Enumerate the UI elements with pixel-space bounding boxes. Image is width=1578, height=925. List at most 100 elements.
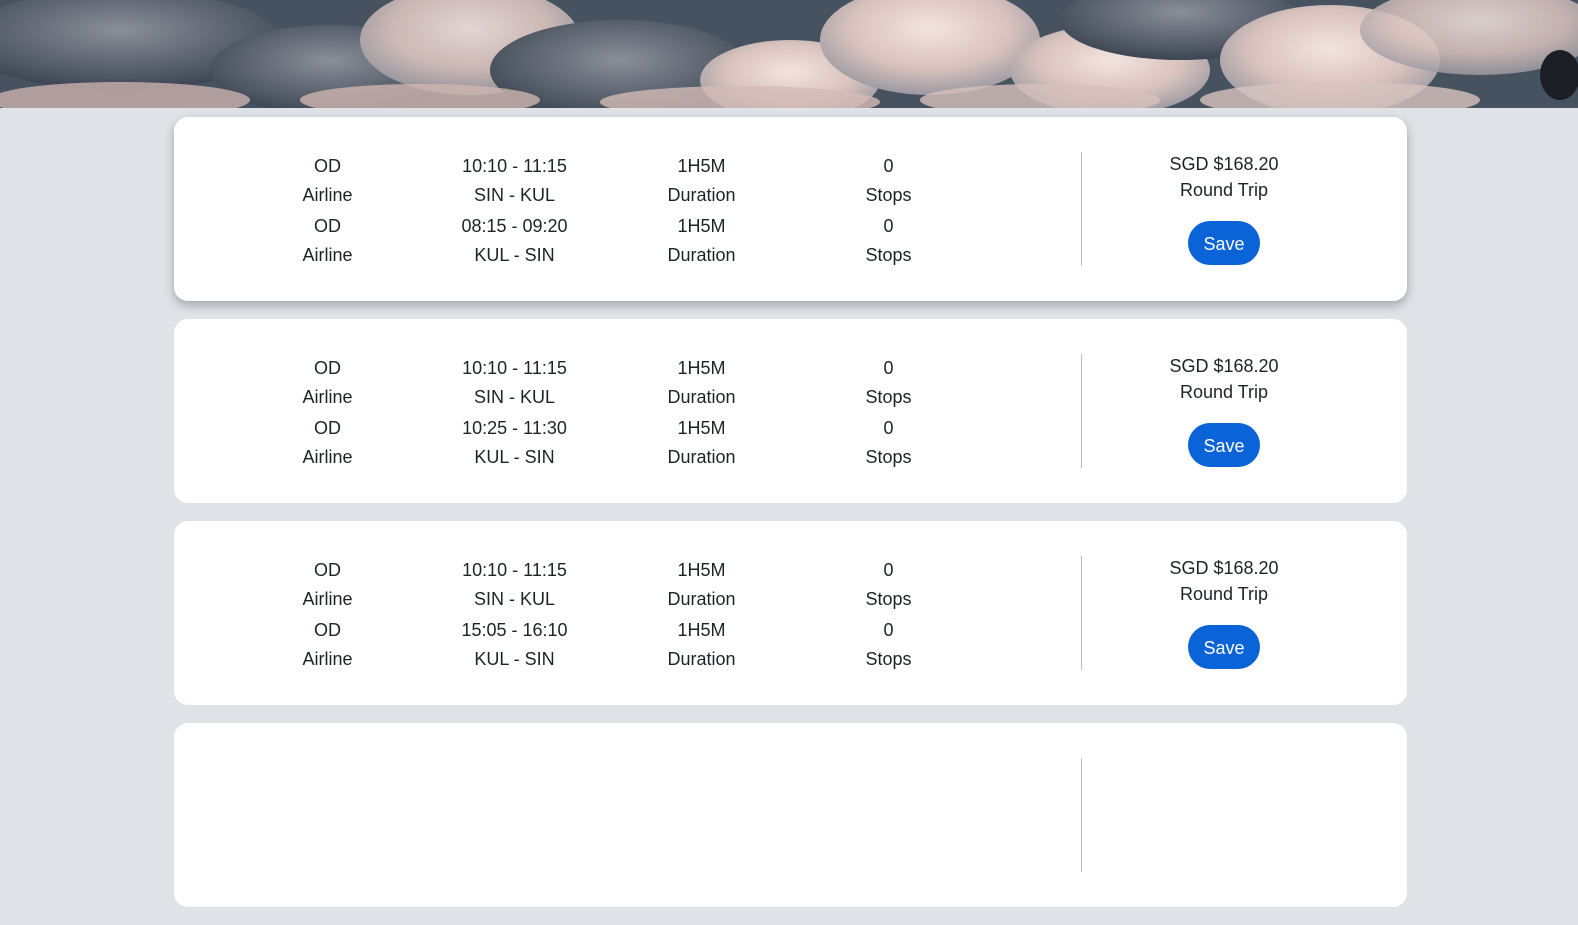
duration-value: 1H5M — [677, 358, 726, 378]
flight-legs: OD Airline 10:10 - 11:15 SIN - KUL 1H5M … — [234, 556, 1034, 676]
outbound-leg: OD Airline 10:10 - 11:15 SIN - KUL 1H5M … — [234, 556, 1034, 616]
stops-cell: 0 Stops — [795, 616, 982, 676]
stops-label: Stops — [865, 649, 912, 669]
time-route-cell: 10:25 - 11:30 KUL - SIN — [421, 414, 608, 474]
time-route-cell: 10:10 - 11:15 SIN - KUL — [421, 556, 608, 616]
time-route-cell: 08:15 - 09:20 KUL - SIN — [421, 212, 608, 272]
price-box: SGD $168.20 Round Trip Save — [1129, 555, 1319, 669]
price: SGD $168.20 — [1169, 356, 1279, 376]
airline-cell: OD Airline — [234, 414, 421, 474]
flight-results-list: OD Airline 10:10 - 11:15 SIN - KUL 1H5M … — [174, 117, 1407, 925]
flight-route: KUL - SIN — [474, 649, 555, 669]
stops-label: Stops — [865, 185, 912, 205]
stops-cell: 0 Stops — [795, 354, 982, 414]
flight-time: 10:10 - 11:15 — [462, 560, 567, 580]
return-leg: OD Airline 10:25 - 11:30 KUL - SIN 1H5M … — [234, 414, 1034, 474]
airline-label: Airline — [302, 589, 353, 609]
time-route-cell: 10:10 - 11:15 SIN - KUL — [421, 354, 608, 414]
outbound-leg: OD Airline 10:10 - 11:15 SIN - KUL 1H5M … — [234, 152, 1034, 212]
airline-cell: OD Airline — [234, 616, 421, 676]
duration-label: Duration — [667, 649, 736, 669]
card-divider — [1081, 758, 1082, 872]
airline-code: OD — [314, 560, 341, 580]
duration-cell: 1H5M Duration — [608, 212, 795, 272]
flight-result-card-partial — [174, 723, 1407, 907]
flight-legs: OD Airline 10:10 - 11:15 SIN - KUL 1H5M … — [234, 354, 1034, 474]
trip-type: Round Trip — [1179, 180, 1269, 200]
hero-banner — [0, 0, 1578, 108]
outbound-leg: OD Airline 10:10 - 11:15 SIN - KUL 1H5M … — [234, 354, 1034, 414]
duration-value: 1H5M — [677, 620, 726, 640]
airline-label: Airline — [302, 185, 353, 205]
duration-cell: 1H5M Duration — [608, 152, 795, 212]
flight-time: 10:10 - 11:15 — [462, 156, 567, 176]
airline-label: Airline — [302, 245, 353, 265]
stops-value: 0 — [883, 418, 894, 438]
card-divider — [1081, 152, 1082, 266]
price-box: SGD $168.20 Round Trip Save — [1129, 353, 1319, 467]
flight-time: 08:15 - 09:20 — [461, 216, 568, 236]
duration-label: Duration — [667, 387, 736, 407]
return-leg: OD Airline 15:05 - 16:10 KUL - SIN 1H5M … — [234, 616, 1034, 676]
stops-label: Stops — [865, 387, 912, 407]
airline-code: OD — [314, 620, 341, 640]
airline-code: OD — [314, 216, 341, 236]
duration-cell: 1H5M Duration — [608, 414, 795, 474]
trip-type: Round Trip — [1179, 382, 1269, 402]
time-route-cell: 15:05 - 16:10 KUL - SIN — [421, 616, 608, 676]
trip-type: Round Trip — [1179, 584, 1269, 604]
flight-time: 10:25 - 11:30 — [462, 418, 567, 438]
airline-code: OD — [314, 156, 341, 176]
airline-label: Airline — [302, 649, 353, 669]
flight-route: SIN - KUL — [473, 185, 556, 205]
duration-label: Duration — [667, 245, 736, 265]
airline-cell: OD Airline — [234, 212, 421, 272]
airline-label: Airline — [302, 447, 353, 467]
stops-value: 0 — [883, 156, 894, 176]
time-route-cell: 10:10 - 11:15 SIN - KUL — [421, 152, 608, 212]
stops-value: 0 — [883, 560, 894, 580]
stops-cell: 0 Stops — [795, 556, 982, 616]
flight-route: KUL - SIN — [474, 447, 555, 467]
airline-code: OD — [314, 358, 341, 378]
stops-cell: 0 Stops — [795, 414, 982, 474]
duration-value: 1H5M — [677, 156, 726, 176]
save-button[interactable]: Save — [1188, 625, 1260, 669]
airline-cell: OD Airline — [234, 152, 421, 212]
flight-route: SIN - KUL — [473, 387, 556, 407]
stops-label: Stops — [865, 245, 912, 265]
stops-cell: 0 Stops — [795, 152, 982, 212]
duration-value: 1H5M — [677, 418, 726, 438]
flight-route: KUL - SIN — [474, 245, 555, 265]
flight-time: 10:10 - 11:15 — [462, 358, 567, 378]
save-button[interactable]: Save — [1188, 221, 1260, 265]
price: SGD $168.20 — [1169, 154, 1279, 174]
flight-route: SIN - KUL — [473, 589, 556, 609]
duration-value: 1H5M — [677, 216, 726, 236]
price-box: SGD $168.20 Round Trip Save — [1129, 151, 1319, 265]
airline-cell: OD Airline — [234, 556, 421, 616]
duration-cell: 1H5M Duration — [608, 616, 795, 676]
airline-cell: OD Airline — [234, 354, 421, 414]
airline-code: OD — [314, 418, 341, 438]
return-leg: OD Airline 08:15 - 09:20 KUL - SIN 1H5M … — [234, 212, 1034, 272]
duration-value: 1H5M — [677, 560, 726, 580]
stops-label: Stops — [865, 589, 912, 609]
flight-result-card: OD Airline 10:10 - 11:15 SIN - KUL 1H5M … — [174, 117, 1407, 301]
flight-result-card: OD Airline 10:10 - 11:15 SIN - KUL 1H5M … — [174, 319, 1407, 503]
duration-label: Duration — [667, 447, 736, 467]
flight-time: 15:05 - 16:10 — [461, 620, 568, 640]
stops-value: 0 — [883, 620, 894, 640]
clouds-banner-image — [0, 0, 1578, 108]
price: SGD $168.20 — [1169, 558, 1279, 578]
stops-value: 0 — [883, 216, 894, 236]
stops-cell: 0 Stops — [795, 212, 982, 272]
airline-label: Airline — [302, 387, 353, 407]
flight-legs: OD Airline 10:10 - 11:15 SIN - KUL 1H5M … — [234, 152, 1034, 272]
duration-cell: 1H5M Duration — [608, 556, 795, 616]
save-button[interactable]: Save — [1188, 423, 1260, 467]
flight-result-card: OD Airline 10:10 - 11:15 SIN - KUL 1H5M … — [174, 521, 1407, 705]
card-divider — [1081, 556, 1082, 670]
duration-label: Duration — [667, 589, 736, 609]
card-divider — [1081, 354, 1082, 468]
